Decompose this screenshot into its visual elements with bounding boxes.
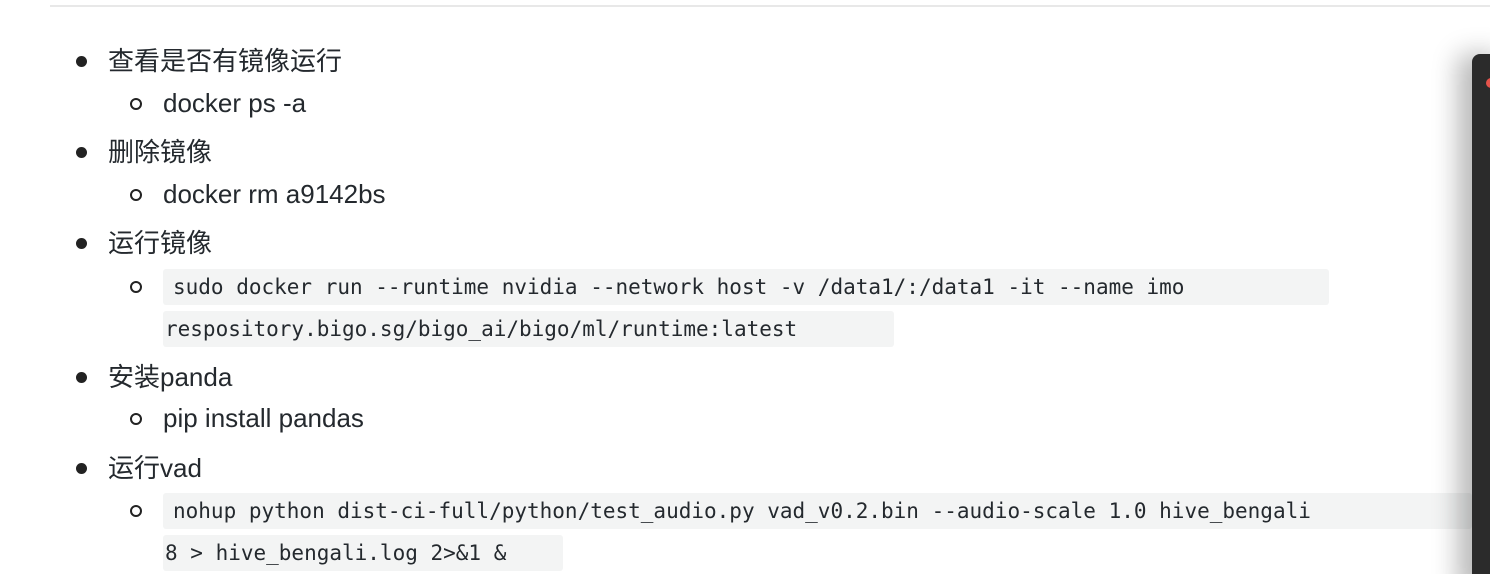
- overlapping-window-edge[interactable]: [1472, 54, 1490, 574]
- bullet-dot: [76, 463, 87, 474]
- code-line: nohup python dist-ci-full/python/test_au…: [163, 493, 1472, 529]
- bullet-ring: [130, 281, 142, 293]
- bullet-ring: [130, 98, 142, 110]
- bullet-dot: [76, 372, 87, 383]
- notes-document: 查看是否有镜像运行 docker ps -a 删除镜像 docker rm a9…: [0, 0, 1472, 574]
- list-item-label: 运行vad: [108, 453, 202, 483]
- sub-item-text: docker rm a9142bs: [163, 179, 386, 209]
- list-item-label: 查看是否有镜像运行: [108, 46, 343, 76]
- code-line: sudo docker run --runtime nvidia --netwo…: [163, 269, 1329, 305]
- bullet-dot: [76, 238, 87, 249]
- bullet-ring: [130, 413, 142, 425]
- code-line: 8 > hive_bengali.log 2>&1 &: [163, 535, 563, 571]
- bullet-ring: [130, 505, 142, 517]
- sub-item-text: pip install pandas: [163, 403, 364, 433]
- code-line: respository.bigo.sg/bigo_ai/bigo/ml/runt…: [163, 311, 894, 347]
- bullet-ring: [130, 189, 142, 201]
- list-item-label: 安装panda: [108, 362, 233, 392]
- bullet-dot: [76, 147, 87, 158]
- list-item-label: 删除镜像: [108, 137, 213, 167]
- bullet-dot: [76, 56, 87, 67]
- sub-item-text: docker ps -a: [163, 88, 307, 118]
- close-icon[interactable]: [1486, 78, 1490, 88]
- list-item-label: 运行镜像: [108, 228, 213, 258]
